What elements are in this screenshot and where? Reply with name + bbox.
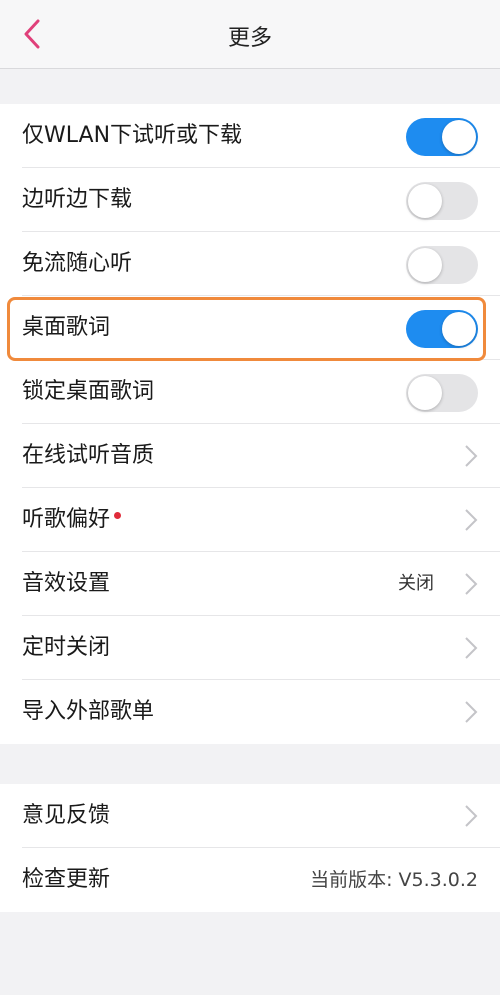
setting-label: 边听边下载 [22,187,133,212]
setting-row-desktop-lyrics: 桌面歌词 [0,296,500,360]
setting-row-online-quality[interactable]: 在线试听音质 [0,424,500,488]
version-text: 当前版本: V5.3.0.2 [310,869,478,891]
chevron-right-icon [465,445,478,467]
red-dot-badge [114,512,122,519]
toggle-knob [408,184,442,218]
toggle-knob [408,376,442,410]
wlan-only-toggle[interactable] [406,118,478,156]
setting-row-import-playlist[interactable]: 导入外部歌单 [0,680,500,744]
chevron-right-icon [465,805,478,827]
setting-label-text: 听歌偏好 [22,507,111,532]
setting-row-download-while-listening: 边听边下载 [0,168,500,232]
toggle-knob [442,312,476,346]
setting-row-feedback[interactable]: 意见反馈 [0,784,500,848]
chevron-right-icon [465,573,478,595]
setting-value: 关闭 [398,573,434,594]
setting-row-sleep-timer[interactable]: 定时关闭 [0,616,500,680]
settings-group-main: 仅WLAN下试听或下载 边听边下载 免流随心听 桌面歌词 锁定桌面歌词 在线试听… [0,104,500,744]
setting-row-check-update[interactable]: 检查更新 当前版本: V5.3.0.2 [0,848,500,912]
free-data-toggle[interactable] [406,246,478,284]
setting-label: 免流随心听 [22,251,133,276]
setting-label: 在线试听音质 [22,443,155,468]
setting-row-wlan-only: 仅WLAN下试听或下载 [0,104,500,168]
setting-label: 桌面歌词 [22,315,111,340]
setting-label: 检查更新 [22,867,111,892]
navigation-bar: 更多 [0,0,500,69]
setting-label: 意见反馈 [22,803,111,828]
chevron-right-icon [465,701,478,723]
setting-label: 定时关闭 [22,635,111,660]
toggle-knob [408,248,442,282]
page-title: 更多 [227,26,272,51]
chevron-right-icon [465,637,478,659]
setting-label: 听歌偏好 [22,488,122,552]
settings-group-secondary: 意见反馈 检查更新 当前版本: V5.3.0.2 [0,784,500,912]
desktop-lyrics-toggle[interactable] [406,310,478,348]
download-while-listening-toggle[interactable] [406,182,478,220]
setting-row-listening-preference[interactable]: 听歌偏好 [0,488,500,552]
setting-row-lock-desktop-lyrics: 锁定桌面歌词 [0,360,500,424]
chevron-right-icon [465,509,478,531]
setting-label: 音效设置 [22,571,111,596]
setting-row-sound-effects[interactable]: 音效设置 关闭 [0,552,500,616]
setting-row-free-data: 免流随心听 [0,232,500,296]
toggle-knob [442,120,476,154]
lock-desktop-lyrics-toggle[interactable] [406,374,478,412]
setting-label: 导入外部歌单 [22,699,155,724]
setting-label: 锁定桌面歌词 [22,379,155,404]
setting-label: 仅WLAN下试听或下载 [22,123,243,148]
